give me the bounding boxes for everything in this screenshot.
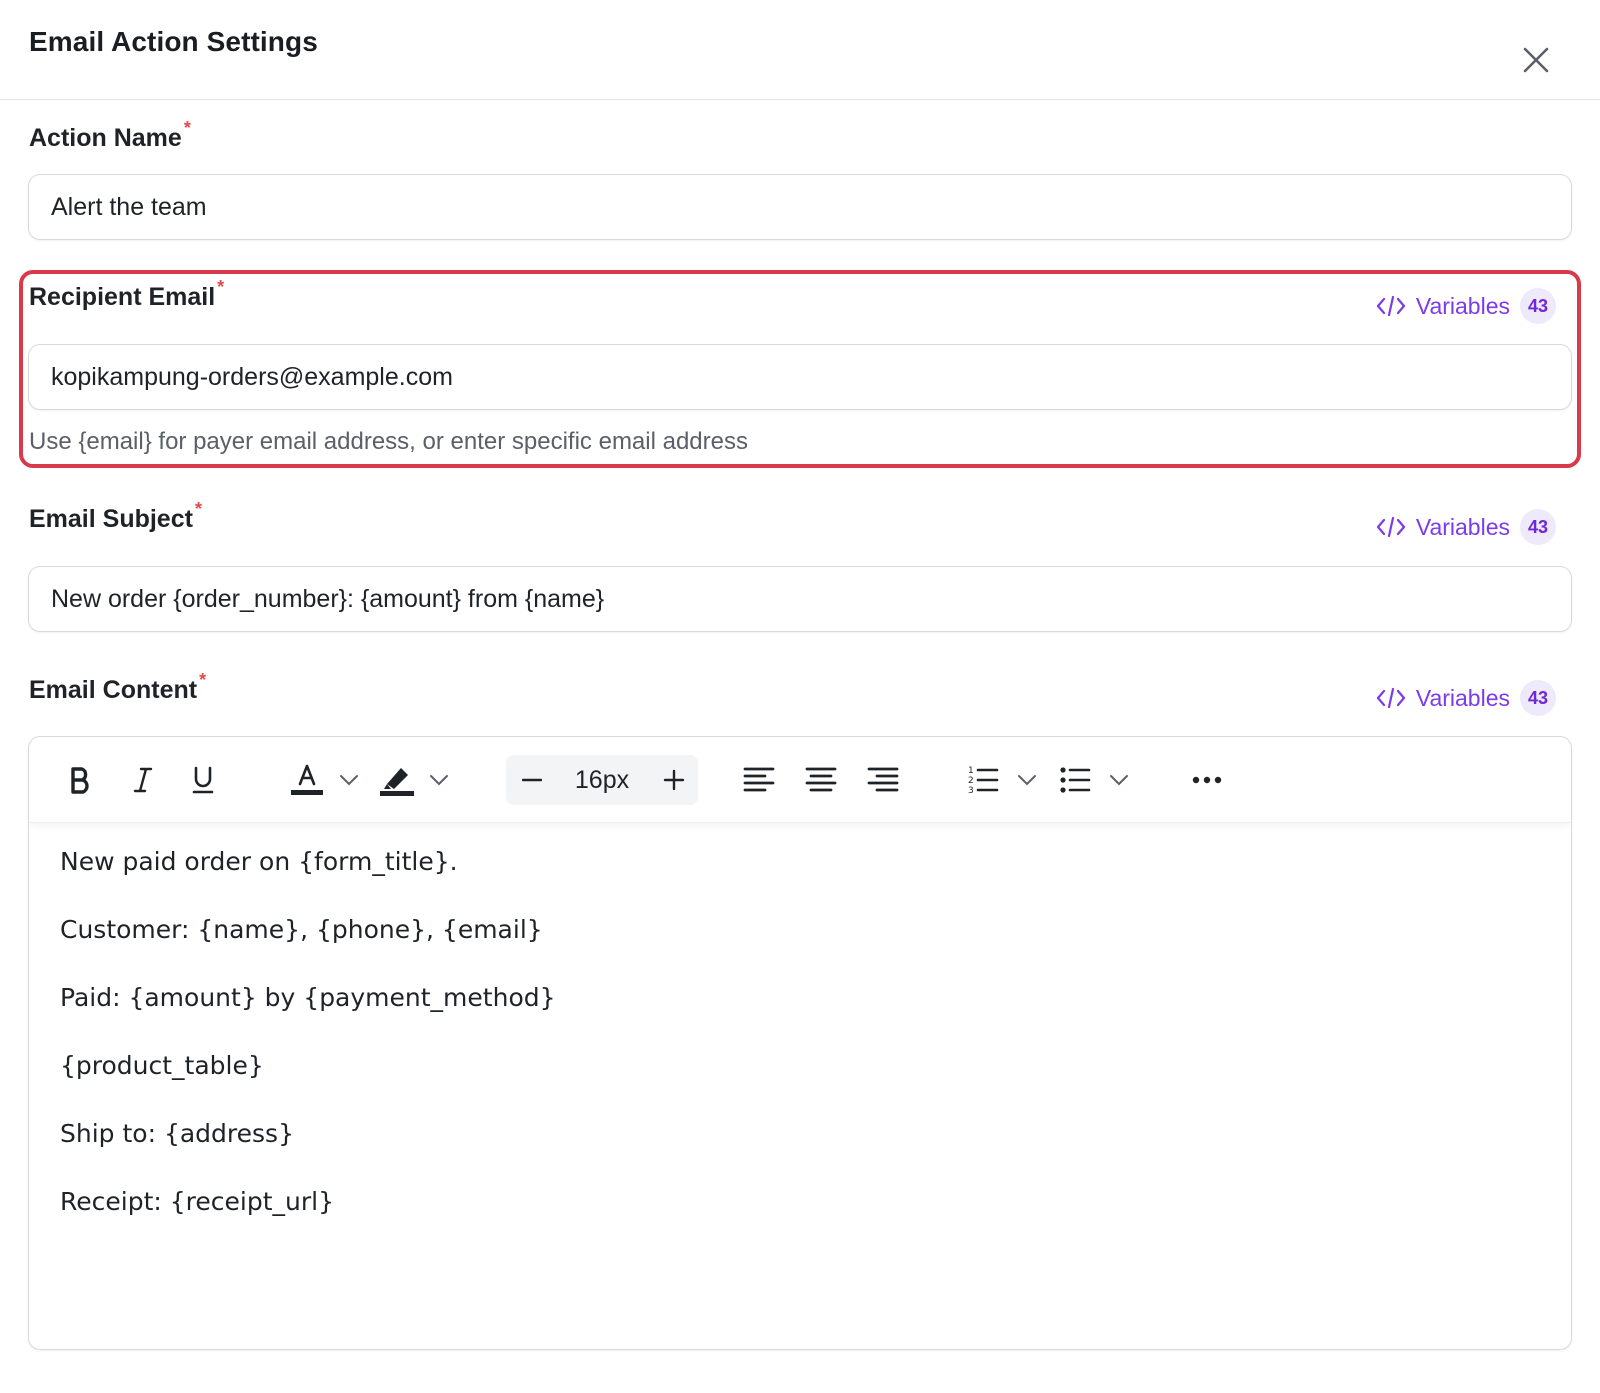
editor-content[interactable]: New paid order on {form_title}. Customer… [60, 845, 1540, 1253]
italic-icon [133, 767, 153, 793]
bold-button[interactable] [59, 755, 103, 805]
align-left-icon [743, 767, 775, 792]
svg-text:1: 1 [968, 766, 974, 776]
more-icon [1192, 776, 1222, 784]
chevron-down-icon [340, 775, 358, 786]
chevron-down-icon [430, 775, 448, 786]
code-icon [1376, 295, 1405, 317]
ordered-list-icon: 1 2 3 [968, 766, 999, 796]
decrease-font-size-button[interactable] [510, 755, 554, 805]
content-line: Receipt: {receipt_url} [60, 1187, 334, 1216]
underline-button[interactable] [181, 755, 225, 805]
email-subject-label: Email Subject * [29, 499, 202, 533]
font-size-control: 16px [506, 755, 698, 805]
align-right-icon [867, 767, 899, 792]
ordered-list-dropdown[interactable] [1013, 755, 1041, 805]
align-center-icon [805, 767, 837, 792]
code-icon [1376, 687, 1405, 709]
highlight-button[interactable] [375, 755, 419, 805]
ordered-list-button[interactable]: 1 2 3 [961, 755, 1005, 805]
chevron-down-icon [1018, 775, 1036, 786]
recipient-variables-button[interactable]: Variables 43 [1376, 288, 1556, 324]
increase-font-size-button[interactable] [652, 755, 696, 805]
bullet-list-dropdown[interactable] [1105, 755, 1133, 805]
email-content-label: Email Content * [29, 670, 207, 704]
recipient-email-input[interactable]: kopikampung-orders@example.com [28, 344, 1572, 410]
highlight-dropdown[interactable] [425, 755, 453, 805]
variables-count-badge: 43 [1520, 288, 1556, 324]
highlight-icon [380, 768, 414, 796]
chevron-down-icon [1110, 775, 1128, 786]
content-variables-button[interactable]: Variables 43 [1376, 680, 1556, 716]
font-size-value[interactable]: 16px [566, 755, 638, 805]
align-right-button[interactable] [861, 755, 905, 805]
recipient-email-label: Recipient Email * [29, 277, 225, 311]
svg-text:2: 2 [968, 776, 974, 786]
action-name-input[interactable]: Alert the team [28, 174, 1572, 240]
required-mark: * [199, 670, 207, 690]
content-line: Paid: {amount} by {payment_method} [60, 983, 556, 1012]
align-left-button[interactable] [737, 755, 781, 805]
bullet-list-button[interactable] [1053, 755, 1097, 805]
close-icon [1523, 47, 1549, 73]
editor-toolbar: 16px 1 2 3 [29, 737, 1571, 823]
bold-icon [71, 767, 89, 794]
content-line: Ship to: {address} [60, 1119, 294, 1148]
content-line: Customer: {name}, {phone}, {email} [60, 915, 543, 944]
required-mark: * [194, 499, 202, 519]
minus-icon [521, 778, 543, 782]
content-line: {product_table} [60, 1051, 264, 1080]
svg-text:3: 3 [968, 786, 974, 796]
required-mark: * [217, 277, 225, 297]
action-name-label: Action Name * [29, 118, 191, 152]
code-icon [1376, 516, 1405, 538]
text-color-button[interactable] [285, 755, 329, 805]
dialog-title: Email Action Settings [29, 26, 318, 57]
email-content-editor: 16px 1 2 3 New paid order on {form_title… [28, 736, 1572, 1350]
plus-icon [663, 769, 685, 791]
subject-variables-button[interactable]: Variables 43 [1376, 509, 1556, 545]
email-subject-input[interactable]: New order {order_number}: {amount} from … [28, 566, 1572, 632]
underline-icon [192, 766, 214, 794]
bullet-list-icon [1060, 767, 1091, 793]
dialog-header: Email Action Settings [0, 0, 1600, 100]
required-mark: * [183, 118, 191, 138]
variables-count-badge: 43 [1520, 509, 1556, 545]
italic-button[interactable] [121, 755, 165, 805]
content-line: New paid order on {form_title}. [60, 847, 458, 876]
close-button[interactable] [1516, 40, 1556, 80]
recipient-email-hint: Use {email} for payer email address, or … [29, 428, 748, 455]
align-center-button[interactable] [799, 755, 843, 805]
more-options-button[interactable] [1185, 755, 1229, 805]
variables-count-badge: 43 [1520, 680, 1556, 716]
text-color-dropdown[interactable] [335, 755, 363, 805]
text-color-icon [291, 764, 323, 795]
